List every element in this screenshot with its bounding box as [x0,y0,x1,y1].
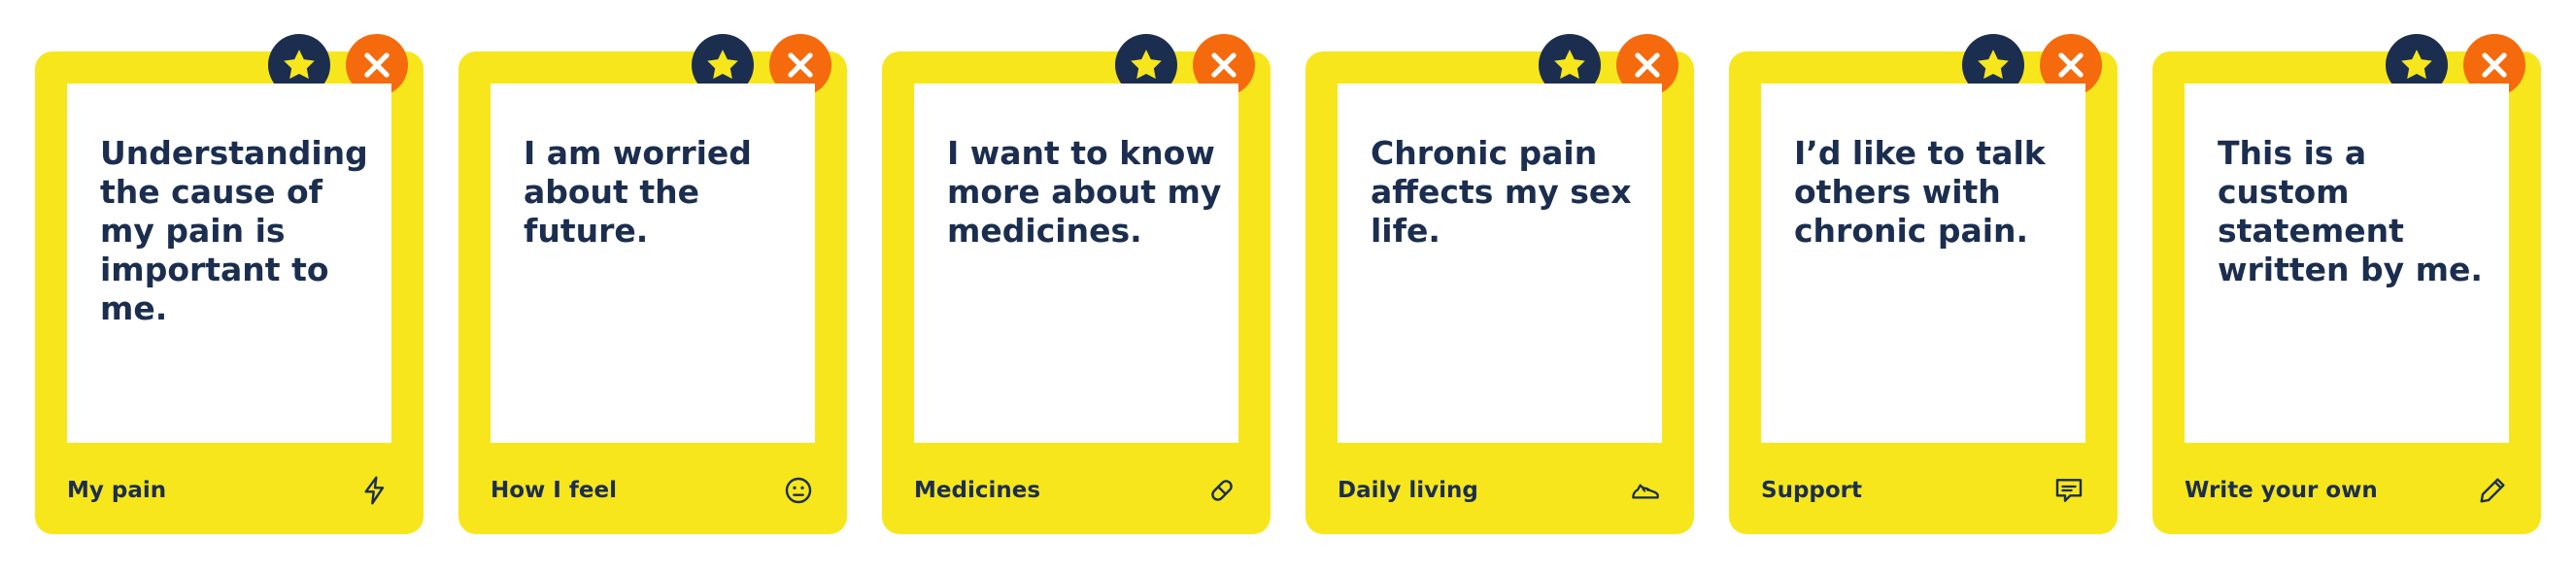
statement-panel: This is a custom statement written by me… [2185,84,2509,443]
card-footer: Write your own [2185,471,2509,510]
category-label: My pain [67,478,167,503]
close-icon [2058,52,2084,78]
close-icon [788,52,813,78]
category-label: Daily living [1338,478,1478,503]
close-icon [1635,52,1660,78]
close-icon [2482,52,2507,78]
shoe-icon [1629,474,1662,507]
speech-bubble-icon [2052,474,2085,507]
close-icon [1211,52,1237,78]
statement-card[interactable]: I am worried about the future. How I fee… [458,34,847,534]
statement-card[interactable]: This is a custom statement written by me… [2152,34,2541,534]
category-label: How I feel [491,478,617,503]
card-footer: My pain [67,471,391,510]
statement-panel: I am worried about the future. [491,84,815,443]
star-icon [284,50,315,80]
star-icon [1978,50,2009,80]
card-footer: Daily living [1338,471,1662,510]
statement-card[interactable]: I’d like to talk others with chronic pai… [1729,34,2118,534]
statement-cards: Understanding the cause of my pain is im… [0,0,2576,572]
statement-panel: I’d like to talk others with chronic pai… [1761,84,2085,443]
statement-text: Understanding the cause of my pain is im… [100,134,368,327]
pill-icon [1205,474,1238,507]
star-icon [1554,50,1585,80]
statement-card[interactable]: I want to know more about my medicines. … [882,34,1271,534]
statement-panel: Chronic pain affects my sex life. [1338,84,1662,443]
card-footer: Medicines [914,471,1238,510]
statement-text: I want to know more about my medicines. [947,134,1222,250]
statement-text: Chronic pain affects my sex life. [1371,134,1632,250]
card-footer: How I feel [491,471,815,510]
statement-card[interactable]: Understanding the cause of my pain is im… [35,34,424,534]
statement-panel: Understanding the cause of my pain is im… [67,84,391,443]
close-icon [364,52,390,78]
lightning-icon [358,474,391,507]
category-label: Medicines [914,478,1041,503]
category-label: Support [1761,478,1863,503]
pencil-icon [2476,474,2509,507]
statement-text: I am worried about the future. [524,134,752,250]
statement-text: This is a custom statement written by me… [2218,134,2483,288]
statement-panel: I want to know more about my medicines. [914,84,1238,443]
statement-text: I’d like to talk others with chronic pai… [1794,134,2046,250]
category-label: Write your own [2185,478,2378,503]
card-footer: Support [1761,471,2085,510]
star-icon [707,50,738,80]
star-icon [1131,50,1162,80]
neutral-face-icon [782,474,815,507]
star-icon [2401,50,2432,80]
statement-card[interactable]: Chronic pain affects my sex life. Daily … [1305,34,1694,534]
